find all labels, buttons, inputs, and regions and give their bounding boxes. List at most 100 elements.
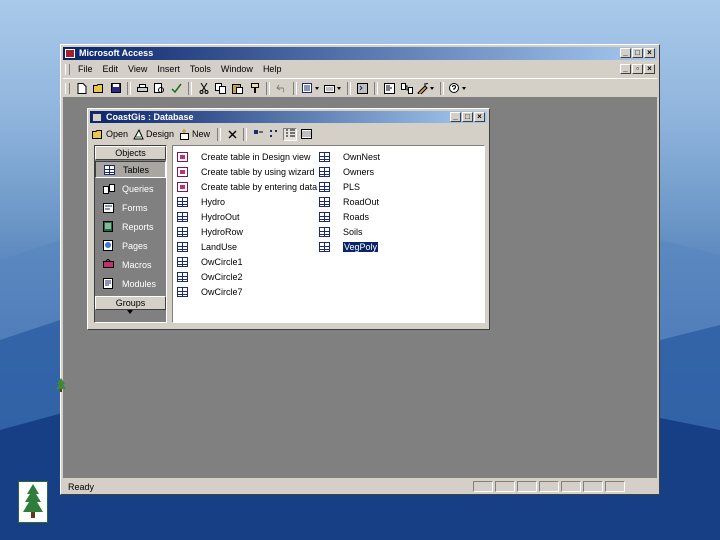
print-icon[interactable] — [135, 81, 150, 95]
analyze-icon[interactable] — [323, 81, 343, 95]
database-icon[interactable] — [92, 113, 102, 122]
object-queries[interactable]: Queries — [95, 180, 166, 197]
open-folder-icon[interactable] — [91, 81, 106, 95]
help-icon[interactable] — [448, 81, 468, 95]
code-icon[interactable] — [355, 81, 370, 95]
table-name: OwCircle2 — [201, 271, 243, 282]
table-icon — [319, 241, 330, 252]
open-button[interactable]: Open — [92, 129, 128, 140]
table-item[interactable]: LandUse — [177, 239, 317, 254]
table-item[interactable]: Roads — [319, 209, 380, 224]
object-list-column: OwnNest Owners PLS RoadOut Roads Soils V… — [319, 149, 380, 254]
object-label: Tables — [123, 164, 150, 175]
save-disk-icon[interactable] — [108, 81, 123, 95]
format-painter-icon[interactable] — [247, 81, 262, 95]
status-panel — [583, 481, 603, 492]
object-forms[interactable]: Forms — [95, 199, 166, 216]
small-icons-icon[interactable] — [267, 128, 281, 141]
status-panel — [473, 481, 493, 492]
db-maximize-button[interactable]: □ — [462, 112, 473, 122]
mdi-minimize-button[interactable]: _ — [620, 64, 631, 74]
table-item[interactable]: OwCircle1 — [177, 254, 317, 269]
menu-grip[interactable] — [65, 63, 70, 75]
list-item-label: Create table by using wizard — [201, 166, 315, 177]
close-button[interactable]: × — [644, 48, 655, 58]
table-item[interactable]: Owners — [319, 164, 380, 179]
table-name: OwnNest — [343, 151, 381, 162]
access-key-icon[interactable] — [65, 49, 75, 58]
office-links-icon[interactable] — [301, 81, 321, 95]
macros-icon — [102, 259, 115, 270]
table-item[interactable]: HydroOut — [177, 209, 317, 224]
objects-header-button[interactable]: Objects — [95, 146, 166, 160]
table-item[interactable]: Soils — [319, 224, 380, 239]
spelling-icon[interactable] — [169, 81, 184, 95]
table-item[interactable]: OwCircle7 — [177, 284, 317, 299]
minimize-button[interactable]: _ — [620, 48, 631, 58]
table-icon — [319, 226, 330, 237]
new-object-icon[interactable] — [416, 81, 436, 95]
maximize-button[interactable]: □ — [632, 48, 643, 58]
menu-file[interactable]: File — [73, 62, 98, 76]
relationships-icon[interactable] — [399, 81, 414, 95]
new-file-icon[interactable] — [74, 81, 89, 95]
status-panel — [539, 481, 559, 492]
copy-icon[interactable] — [213, 81, 228, 95]
object-tables[interactable]: Tables — [95, 161, 166, 178]
mdi-workspace: CoastGis : Database _ □ × Open Design Ne… — [63, 98, 657, 478]
table-item[interactable]: HydroRow — [177, 224, 317, 239]
new-label: New — [192, 129, 211, 139]
menu-edit[interactable]: Edit — [98, 62, 124, 76]
list-item-create-design[interactable]: Create table in Design view — [177, 149, 317, 164]
undo-icon[interactable] — [274, 81, 289, 95]
tables-icon — [103, 164, 116, 175]
menu-window[interactable]: Window — [216, 62, 258, 76]
list-item-create-entering[interactable]: Create table by entering data — [177, 179, 317, 194]
list-item-create-wizard[interactable]: Create table by using wizard — [177, 164, 317, 179]
table-item[interactable]: OwnNest — [319, 149, 380, 164]
properties-icon[interactable] — [382, 81, 397, 95]
mdi-restore-button[interactable]: ▫ — [632, 64, 643, 74]
new-button[interactable]: New — [178, 128, 211, 140]
table-item[interactable]: Hydro — [177, 194, 317, 209]
table-name: Roads — [343, 211, 370, 222]
table-name: OwCircle1 — [201, 256, 243, 267]
delete-icon[interactable] — [225, 128, 239, 141]
menu-insert[interactable]: Insert — [152, 62, 185, 76]
table-icon — [319, 181, 330, 192]
db-close-button[interactable]: × — [474, 112, 485, 122]
objects-bar: Objects Tables Queries Forms Reports Pag… — [94, 145, 167, 323]
table-item-selected[interactable]: VegPoly — [319, 239, 380, 254]
table-item[interactable]: RoadOut — [319, 194, 380, 209]
table-name: RoadOut — [343, 196, 380, 207]
groups-chevron-down-icon[interactable] — [127, 310, 133, 314]
table-item[interactable]: PLS — [319, 179, 380, 194]
object-modules[interactable]: Modules — [95, 275, 166, 292]
status-text: Ready — [68, 481, 95, 492]
table-item[interactable]: OwCircle2 — [177, 269, 317, 284]
list-view-icon[interactable] — [283, 127, 298, 141]
menu-help[interactable]: Help — [258, 62, 287, 76]
db-titlebar[interactable]: CoastGis : Database _ □ × — [90, 111, 487, 123]
app-titlebar[interactable]: Microsoft Access _ □ × — [63, 47, 657, 60]
design-button[interactable]: Design — [132, 128, 174, 140]
db-minimize-button[interactable]: _ — [450, 112, 461, 122]
status-panel — [561, 481, 581, 492]
menu-view[interactable]: View — [123, 62, 152, 76]
print-preview-icon[interactable] — [152, 81, 167, 95]
details-view-icon[interactable] — [299, 128, 313, 141]
mdi-close-button[interactable]: × — [644, 64, 655, 74]
toolbar-grip[interactable] — [65, 82, 70, 94]
object-label: Queries — [122, 183, 154, 194]
paste-icon[interactable] — [230, 81, 245, 95]
object-pages[interactable]: Pages — [95, 237, 166, 254]
cut-icon[interactable] — [196, 81, 211, 95]
table-name: Owners — [343, 166, 375, 177]
object-macros[interactable]: Macros — [95, 256, 166, 273]
menu-tools[interactable]: Tools — [185, 62, 216, 76]
table-name: PLS — [343, 181, 361, 192]
groups-button[interactable]: Groups — [95, 296, 166, 310]
create-entering-data-icon — [177, 181, 188, 192]
large-icons-icon[interactable] — [251, 128, 265, 141]
object-reports[interactable]: Reports — [95, 218, 166, 235]
